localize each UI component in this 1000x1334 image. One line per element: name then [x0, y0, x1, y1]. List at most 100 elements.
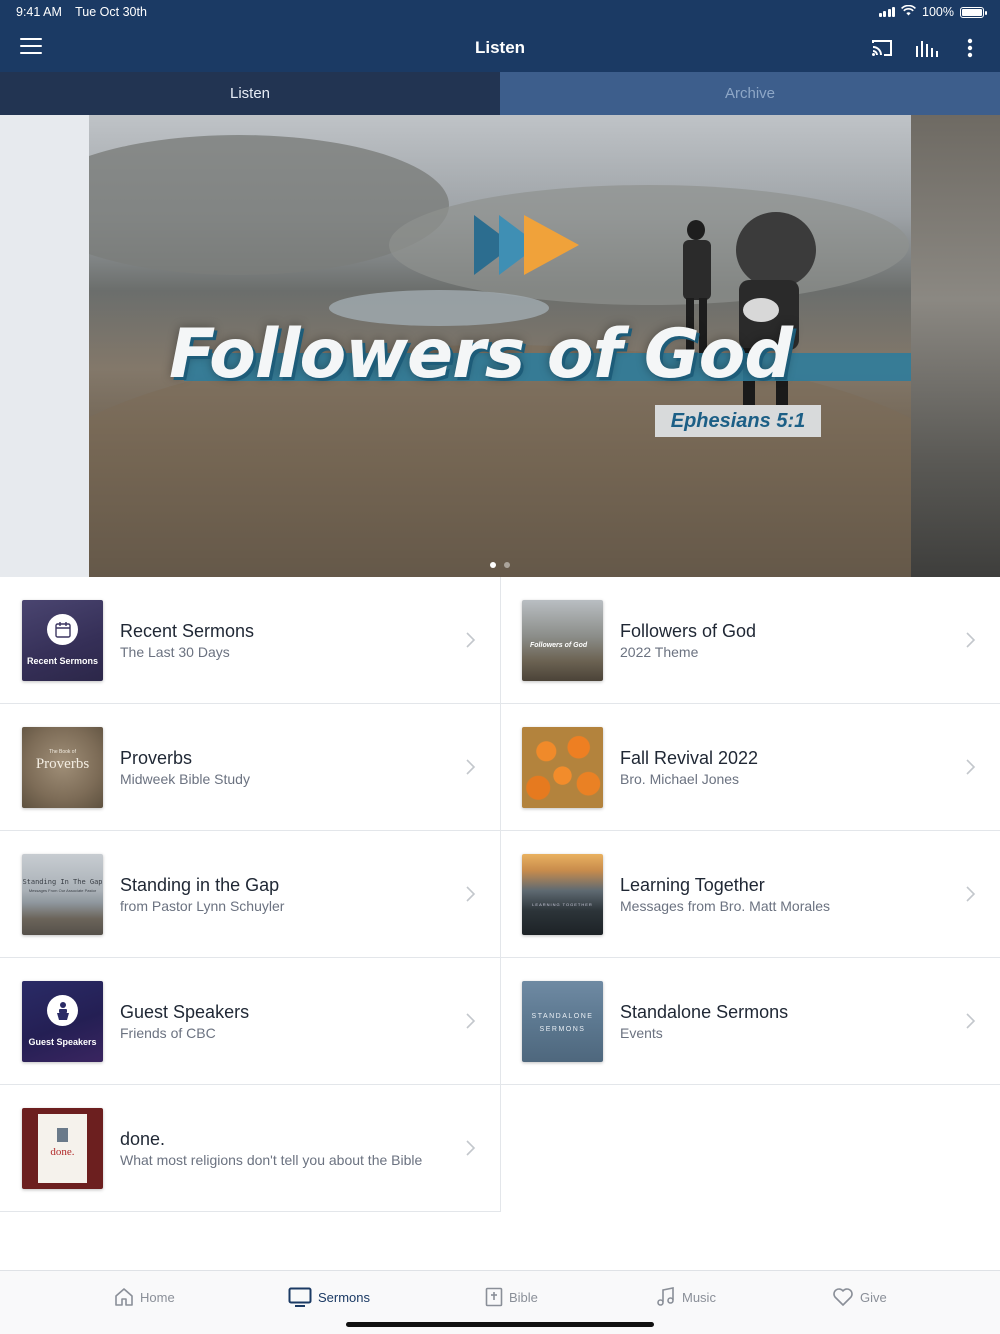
series-thumbnail: The Book of Proverbs [22, 727, 103, 808]
series-thumbnail: done. [22, 1108, 103, 1189]
series-title: Fall Revival 2022 [620, 748, 759, 768]
chevron-right-icon [966, 632, 976, 648]
chevron-right-icon [466, 632, 476, 648]
series-thumbnail: Guest Speakers [22, 981, 103, 1062]
series-item-learning-together[interactable]: LEARNING TOGETHER Learning Together Mess… [500, 831, 1000, 958]
series-title: Guest Speakers [120, 1002, 250, 1022]
series-thumbnail: STANDALONE SERMONS [522, 981, 603, 1062]
thumbnail-sublabel: Messages From Our Associate Pastor [28, 888, 97, 893]
chevron-right-icon [466, 1013, 476, 1029]
pumpkins-image [522, 727, 603, 808]
series-subtitle: What most religions don't tell you about… [120, 1152, 423, 1168]
series-subtitle: Messages from Bro. Matt Morales [620, 898, 831, 914]
series-item-standing-in-the-gap[interactable]: Standing In The Gap Messages From Our As… [0, 831, 501, 958]
chevron-right-icon [466, 1140, 476, 1156]
series-subtitle: The Last 30 Days [120, 644, 230, 660]
series-title: Proverbs [120, 748, 193, 768]
series-item-standalone-sermons[interactable]: STANDALONE SERMONS Standalone Sermons Ev… [500, 958, 1000, 1085]
series-subtitle: from Pastor Lynn Schuyler [120, 898, 285, 914]
series-subtitle: Events [620, 1025, 663, 1041]
battery-icon [960, 6, 987, 18]
hero-title: Followers of God [169, 315, 793, 394]
arrows-logo-icon [474, 215, 579, 275]
series-title: Standing in the Gap [120, 875, 280, 895]
carousel-dots [0, 555, 1000, 573]
cast-icon[interactable] [870, 36, 894, 60]
thumbnail-sublabel: The Book of [49, 749, 76, 755]
series-thumbnail: Standing In The Gap Messages From Our As… [22, 854, 103, 935]
thumbnail-label-2: SERMONS [539, 1026, 586, 1033]
bible-icon [485, 1287, 503, 1307]
nav-label: Home [140, 1289, 175, 1305]
series-item-proverbs[interactable]: The Book of Proverbs Proverbs Midweek Bi… [0, 704, 501, 831]
thumbnail-label: STANDALONE [531, 1013, 594, 1020]
status-bar: 9:41 AM Tue Oct 30th 100% [16, 4, 987, 20]
wifi-icon [901, 4, 916, 19]
series-title: Recent Sermons [120, 621, 255, 641]
nav-label: Bible [509, 1289, 538, 1305]
thumbnail-label: Recent Sermons [26, 656, 99, 666]
audio-bars-icon[interactable] [914, 36, 938, 60]
series-item-recent-sermons[interactable]: Recent Sermons Recent Sermons The Last 3… [0, 577, 501, 704]
app-bar: Listen [0, 24, 1000, 72]
tv-icon [288, 1287, 312, 1307]
hero-reference: Ephesians 5:1 [655, 405, 821, 437]
nav-label: Sermons [318, 1289, 371, 1305]
thumbnail-label: done. [50, 1146, 75, 1158]
music-icon [657, 1287, 674, 1306]
thumbnail-label: Followers of God [530, 642, 588, 649]
series-subtitle: Midweek Bible Study [120, 771, 250, 787]
thumbnail-label: Standing In The Gap [22, 878, 103, 886]
carousel-dot-active[interactable] [490, 562, 496, 568]
hero-carousel[interactable]: Followers of God Ephesians 5:1 [0, 115, 1000, 577]
series-subtitle: Friends of CBC [120, 1025, 216, 1041]
series-subtitle: Bro. Michael Jones [620, 771, 740, 787]
series-item-followers-of-god[interactable]: Followers of God Followers of God 2022 T… [500, 577, 1000, 704]
nav-label: Music [682, 1289, 716, 1305]
chevron-right-icon [466, 886, 476, 902]
thumbnail-label: Proverbs [35, 756, 90, 772]
page-title: Listen [474, 38, 526, 57]
hero-slide[interactable]: Followers of God Ephesians 5:1 [89, 115, 911, 577]
book-figure-image [57, 1128, 68, 1142]
series-title: Followers of God [620, 621, 757, 641]
chevron-right-icon [966, 759, 976, 775]
top-bar: 9:41 AM Tue Oct 30th 100% Listen [0, 0, 1000, 72]
nav-bible[interactable]: Bible [485, 1285, 538, 1309]
series-title: Learning Together [620, 875, 765, 895]
series-thumbnail: Followers of God [522, 600, 603, 681]
home-icon [115, 1288, 133, 1306]
series-item-done[interactable]: done. done. What most religions don't te… [0, 1085, 501, 1212]
nav-home[interactable]: Home [114, 1285, 175, 1309]
thumbnail-label: LEARNING TOGETHER [532, 902, 593, 907]
chevron-right-icon [966, 1013, 976, 1029]
tab-listen[interactable]: Listen [0, 72, 500, 115]
status-date: Tue Oct 30th [75, 5, 147, 19]
series-subtitle: 2022 Theme [620, 644, 699, 660]
heart-icon [833, 1288, 853, 1306]
carousel-prev-slide[interactable] [0, 115, 89, 577]
nav-give[interactable]: Give [832, 1285, 887, 1309]
nav-music[interactable]: Music [656, 1285, 716, 1309]
carousel-dot[interactable] [504, 562, 510, 568]
nav-sermons[interactable]: Sermons [288, 1285, 370, 1309]
tab-archive[interactable]: Archive [500, 72, 1000, 115]
status-time: 9:41 AM [16, 5, 62, 19]
tab-bar: Listen Archive [0, 72, 1000, 115]
speaker-podium-icon [47, 995, 78, 1026]
chevron-right-icon [966, 886, 976, 902]
series-item-fall-revival-2022[interactable]: Fall Revival 2022 Bro. Michael Jones [500, 704, 1000, 831]
book-cover: done. [38, 1114, 87, 1183]
calendar-icon [47, 614, 78, 645]
series-item-guest-speakers[interactable]: Guest Speakers Guest Speakers Friends of… [0, 958, 501, 1085]
series-thumbnail: LEARNING TOGETHER [522, 854, 603, 935]
signal-icon [878, 7, 896, 17]
home-indicator[interactable] [346, 1322, 654, 1327]
series-thumbnail: Recent Sermons [22, 600, 103, 681]
thumbnail-label: Guest Speakers [28, 1037, 97, 1047]
series-title: done. [120, 1129, 166, 1149]
carousel-next-slide[interactable] [911, 115, 1000, 577]
battery-percent: 100% [922, 5, 954, 19]
more-vertical-icon[interactable] [958, 36, 982, 60]
series-title: Standalone Sermons [620, 1002, 789, 1022]
